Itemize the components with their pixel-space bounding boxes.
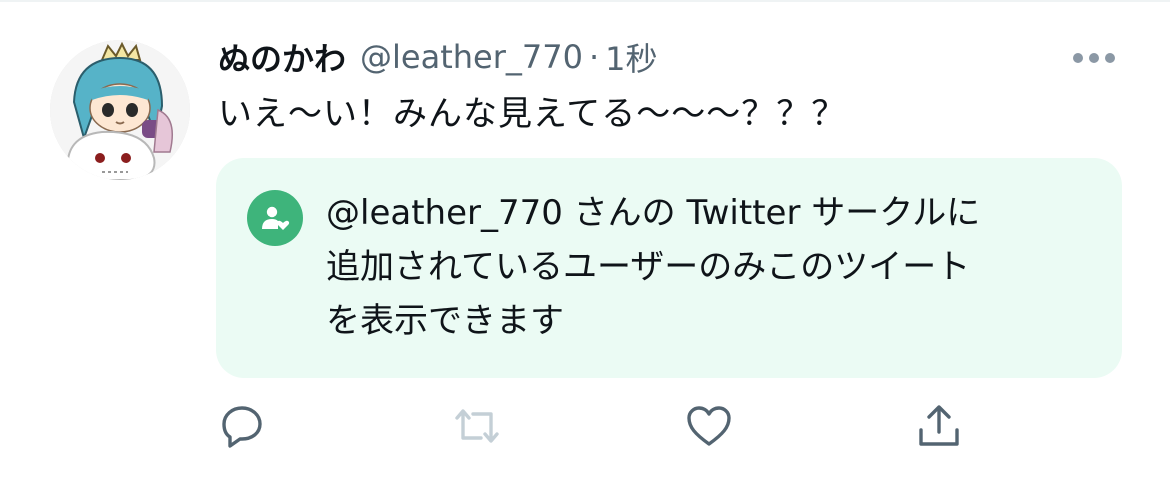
heart-icon — [687, 406, 731, 446]
retweet-icon — [455, 409, 499, 443]
retweet-button[interactable] — [449, 398, 505, 454]
tweet-header: ぬのかわ @leather_770 · 1秒 — [218, 34, 658, 80]
more-dots-icon — [1073, 53, 1115, 63]
share-icon — [919, 405, 959, 446]
tweet-text: いえ〜い！みんな見えてる〜〜〜？？？ — [218, 94, 847, 134]
twitter-circle-badge — [247, 190, 303, 246]
circle-notice-line-2: 追加されているユーザーのみこのツイート — [326, 247, 971, 287]
reply-icon — [222, 406, 262, 448]
reply-button[interactable] — [214, 398, 270, 454]
twitter-circle-icon — [262, 206, 290, 230]
author-display-name[interactable]: ぬのかわ — [218, 34, 346, 80]
tweet-action-bar — [0, 398, 1170, 454]
like-button[interactable] — [681, 398, 737, 454]
tweet-timestamp[interactable]: 1秒 — [605, 34, 657, 80]
header-separator: · — [588, 38, 600, 76]
twitter-circle-notice: @leather_770 さんの Twitter サークルに 追加されているユー… — [216, 158, 1122, 378]
share-button[interactable] — [911, 398, 967, 454]
author-handle[interactable]: @leather_770 — [360, 38, 583, 76]
top-divider — [0, 0, 1170, 2]
circle-notice-text: @leather_770 さんの Twitter サークルに 追加されているユー… — [326, 186, 1086, 348]
avatar[interactable] — [50, 40, 190, 180]
more-options-button[interactable] — [1070, 42, 1118, 74]
avatar-illustration — [50, 40, 190, 180]
circle-notice-line-1: @leather_770 さんの Twitter サークルに — [326, 193, 981, 233]
circle-notice-line-3: を表示できます — [326, 301, 564, 341]
